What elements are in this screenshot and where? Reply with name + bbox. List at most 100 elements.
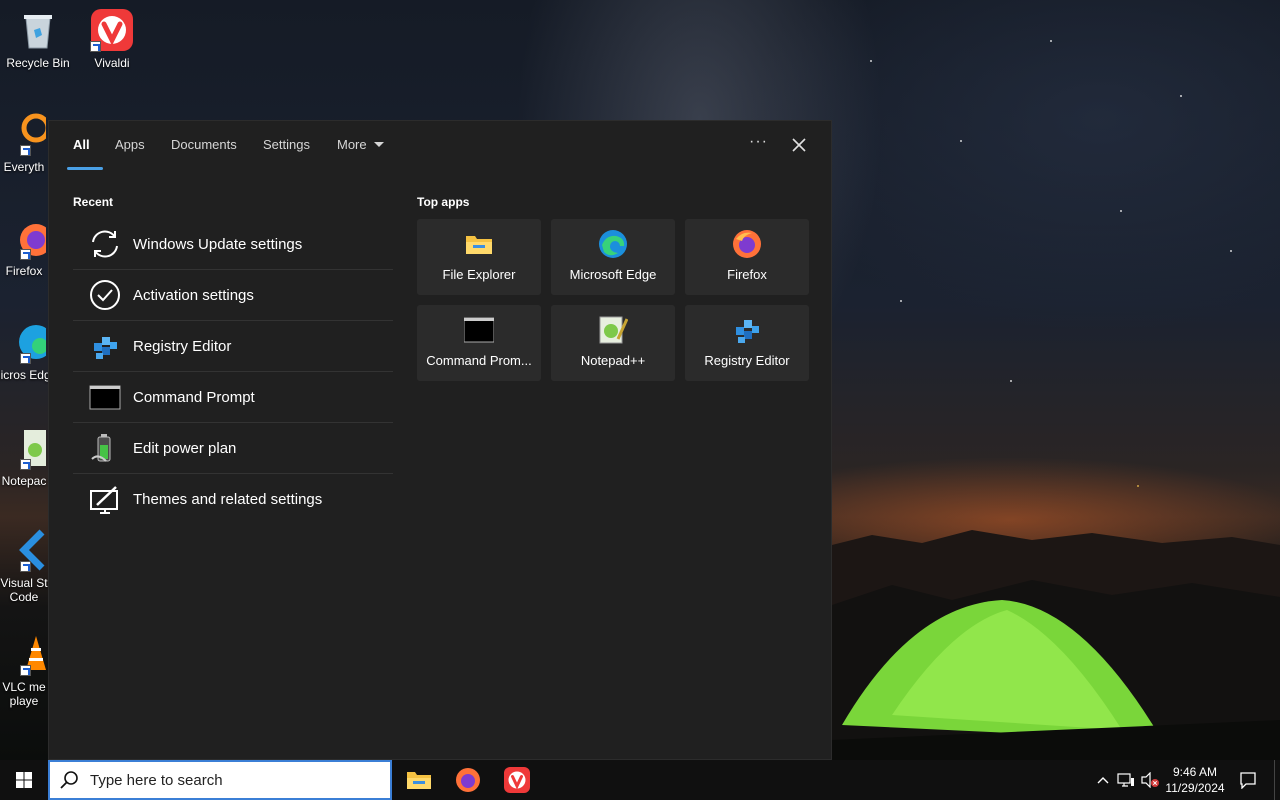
vlc-icon [2,632,46,676]
battery-icon [88,431,122,465]
search-tabs: All Apps Documents Settings More ··· [49,121,833,173]
star [960,140,962,142]
taskbar-search-box[interactable] [48,760,392,800]
show-desktop-button[interactable] [1274,760,1280,800]
mountain-tent-scene [832,530,1280,760]
everything-icon [2,112,51,156]
recent-item-power-plan[interactable]: Edit power plan [73,423,393,474]
taskbar-file-explorer[interactable] [397,764,441,796]
notification-icon [1240,772,1256,789]
tab-more[interactable]: More [337,137,384,152]
top-app-label: Microsoft Edge [569,267,657,282]
search-panel: All Apps Documents Settings More ··· Rec… [48,120,832,760]
top-app-label: Firefox [727,267,767,282]
taskbar-clock[interactable]: 9:46 AM 11/29/2024 [1160,764,1230,796]
edge-icon [599,230,627,258]
tray-network[interactable] [1114,760,1138,800]
firefox-icon [456,768,480,792]
recent-item-label: Themes and related settings [133,491,323,508]
notepadpp-icon [2,426,46,470]
tray-notifications[interactable] [1234,760,1262,800]
desktop-icon-label: Everyth [3,160,45,174]
windows-logo-icon [16,772,32,788]
command-prompt-icon [88,380,122,414]
top-app-label: Notepad++ [580,353,646,368]
recent-item-label: Edit power plan [133,439,237,457]
star [870,60,872,62]
clock-time: 9:46 AM [1172,765,1218,779]
desktop-icon-label: Notepac [1,474,47,488]
network-icon [1117,773,1134,787]
start-button[interactable] [0,760,48,800]
desktop-icon-vivaldi[interactable]: Vivaldi [74,8,150,70]
top-app-file-explorer[interactable]: File Explorer [417,219,541,295]
recycle-bin-icon [16,8,60,52]
desktop-icon-label: Recycle Bin [6,56,70,70]
top-app-command-prompt[interactable]: Command Prom... [417,305,541,381]
desktop-icon-label: Visual St Code [0,576,48,604]
paint-monitor-icon [88,483,122,517]
recent-item-themes[interactable]: Themes and related settings [73,474,393,525]
star [1137,485,1139,487]
recent-item-activation[interactable]: Activation settings [73,270,393,321]
recent-item-label: Command Prompt [133,388,255,406]
taskbar-vivaldi[interactable] [495,764,539,796]
taskbar-firefox[interactable] [446,764,490,796]
top-app-notepadpp[interactable]: Notepad++ [551,305,675,381]
close-icon[interactable] [790,136,808,154]
chevron-down-icon [373,142,384,147]
edge-icon [2,320,53,364]
tab-documents[interactable]: Documents [171,137,237,152]
star [900,300,902,302]
tab-apps[interactable]: Apps [115,137,145,152]
top-app-label: Registry Editor [704,353,790,368]
registry-editor-icon [736,320,759,343]
desktop-icon-label: Firefox [5,264,43,278]
desktop-icon-recycle-bin[interactable]: Recycle Bin [0,8,76,70]
vivaldi-icon [90,8,134,52]
firefox-icon [733,230,761,258]
notepadpp-icon [599,316,628,344]
desktop-icon-label: Vivaldi [94,56,130,70]
tab-settings[interactable]: Settings [263,137,310,152]
active-tab-indicator [67,167,103,170]
firefox-icon [2,216,52,260]
recent-item-registry-editor[interactable]: Registry Editor [73,321,393,372]
top-app-label: File Explorer [442,267,516,282]
star [1010,380,1012,382]
recent-item-windows-update[interactable]: Windows Update settings [73,219,393,270]
desktop-icon-label: VLC me playe [2,680,46,708]
chevron-up-icon [1097,777,1109,784]
clock-date: 11/29/2024 [1165,781,1225,795]
tab-more-label: More [337,137,367,152]
recent-item-command-prompt[interactable]: Command Prompt [73,372,393,423]
recent-item-label: Activation settings [133,286,254,304]
tray-show-hidden[interactable] [1092,760,1114,800]
registry-editor-icon [88,329,122,363]
top-app-microsoft-edge[interactable]: Microsoft Edge [551,219,675,295]
file-explorer-icon [407,772,431,789]
top-app-firefox[interactable]: Firefox [685,219,809,295]
volume-muted-icon [1141,772,1159,788]
tab-all[interactable]: All [73,137,90,152]
taskbar: 9:46 AM 11/29/2024 [0,760,1280,800]
recent-item-label: Registry Editor [133,337,232,355]
vivaldi-icon [504,767,530,793]
tray-volume[interactable] [1138,760,1162,800]
search-input[interactable] [90,771,370,789]
star [1230,250,1232,252]
top-app-label: Command Prom... [426,353,532,368]
sync-icon [88,227,122,261]
recent-item-label: Windows Update settings [133,235,303,253]
check-circle-icon [88,278,122,312]
recent-section-title: Recent [73,195,114,209]
top-app-registry-editor[interactable]: Registry Editor [685,305,809,381]
file-explorer-icon [466,236,492,254]
more-options-icon[interactable]: ··· [749,133,768,151]
star [1180,95,1182,97]
vscode-icon [2,528,46,572]
star [1050,40,1052,42]
top-apps-section-title: Top apps [417,195,470,209]
command-prompt-icon [464,317,494,343]
star [1120,210,1122,212]
